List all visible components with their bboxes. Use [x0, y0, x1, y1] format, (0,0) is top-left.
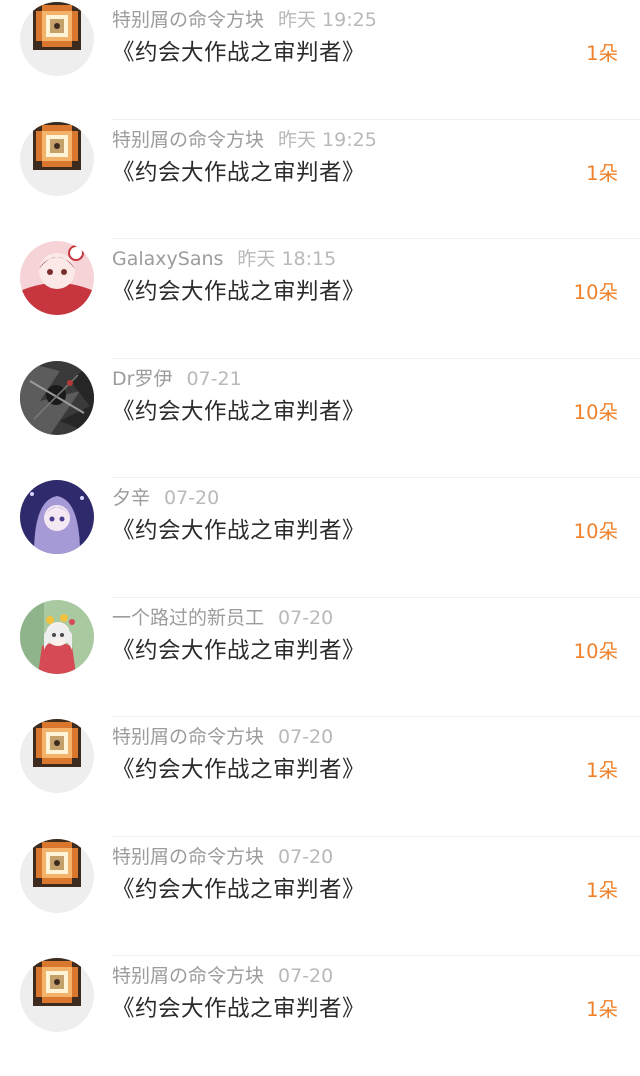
command-block-avatar	[20, 838, 94, 913]
book-title[interactable]: 《约会大作战之审判者》	[112, 277, 365, 307]
row-meta: 夕辛 07-20	[112, 486, 219, 510]
sender-name[interactable]: 特别屑の命令方块	[112, 9, 264, 31]
book-title[interactable]: 《约会大作战之审判者》	[112, 516, 365, 546]
gift-amount: 1朵	[586, 759, 618, 782]
sender-name[interactable]: 特别屑の命令方块	[112, 726, 264, 748]
list-item[interactable]: 特别屑の命令方块 07-20 《约会大作战之审判者》 1朵	[0, 956, 640, 1076]
list-item[interactable]: 特别屑の命令方块 07-20 《约会大作战之审判者》 1朵	[0, 717, 640, 837]
gift-amount: 10朵	[573, 281, 618, 304]
timestamp: 07-21	[186, 367, 242, 390]
list-item[interactable]: 一个路过的新员工 07-20 《约会大作战之审判者》 10朵	[0, 598, 640, 718]
timestamp: 07-20	[278, 965, 334, 987]
gift-amount: 1朵	[586, 878, 618, 902]
anime-purple-avatar	[20, 480, 94, 554]
list-item[interactable]: GalaxySans 昨天 18:15 《约会大作战之审判者》 10朵	[0, 239, 640, 359]
timestamp: 07-20	[278, 726, 334, 748]
row-meta: 一个路过的新员工 07-20	[112, 606, 333, 630]
sender-name[interactable]: 夕辛	[112, 487, 150, 509]
sender-name[interactable]: GalaxySans	[112, 248, 223, 270]
anime-red-avatar	[20, 241, 94, 315]
row-meta: 特别屑の命令方块 07-20	[112, 845, 333, 869]
timestamp: 07-20	[278, 606, 334, 629]
book-title[interactable]: 《约会大作战之审判者》	[112, 38, 365, 68]
book-title[interactable]: 《约会大作战之审判者》	[112, 636, 365, 666]
timestamp: 07-20	[278, 845, 334, 868]
gift-amount: 10朵	[573, 639, 618, 663]
list-item[interactable]: Dr罗伊 07-21 《约会大作战之审判者》 10朵	[0, 359, 640, 479]
gift-amount: 1朵	[586, 42, 618, 65]
list-item[interactable]: 特别屑の命令方块 07-20 《约会大作战之审判者》 1朵	[0, 837, 640, 957]
row-meta: 特别屑の命令方块 昨天 19:25	[112, 128, 377, 152]
book-title[interactable]: 《约会大作战之审判者》	[112, 397, 365, 427]
row-meta: Dr罗伊 07-21	[112, 367, 242, 391]
avatar[interactable]	[20, 958, 94, 1032]
list-item[interactable]: 特别屑の命令方块 昨天 19:25 《约会大作战之审判者》 1朵	[0, 120, 640, 240]
gift-amount: 10朵	[573, 520, 618, 543]
timestamp: 昨天 19:25	[278, 9, 377, 31]
book-title[interactable]: 《约会大作战之审判者》	[112, 755, 365, 785]
command-block-avatar	[20, 121, 94, 196]
avatar[interactable]	[20, 121, 94, 196]
sender-name[interactable]: 特别屑の命令方块	[112, 846, 264, 868]
list-item[interactable]: 夕辛 07-20 《约会大作战之审判者》 10朵	[0, 478, 640, 598]
timestamp: 昨天 18:15	[237, 248, 337, 270]
row-meta: 特别屑の命令方块 07-20	[112, 725, 333, 749]
row-meta: 特别屑の命令方块 07-20	[112, 964, 333, 988]
list-item[interactable]: 特别屑の命令方块 昨天 19:25 《约会大作战之审判者》 1朵	[0, 0, 640, 120]
dark-gray-avatar	[20, 360, 94, 435]
avatar[interactable]	[20, 360, 94, 435]
timestamp: 07-20	[164, 487, 220, 509]
book-title[interactable]: 《约会大作战之审判者》	[112, 158, 365, 188]
command-block-avatar	[20, 2, 94, 76]
book-title[interactable]: 《约会大作战之审判者》	[112, 875, 365, 905]
command-block-avatar	[20, 719, 94, 793]
sender-name[interactable]: 特别屑の命令方块	[112, 965, 264, 987]
avatar[interactable]	[20, 838, 94, 913]
command-block-avatar	[20, 958, 94, 1032]
avatar[interactable]	[20, 480, 94, 554]
avatar[interactable]	[20, 241, 94, 315]
gift-amount: 10朵	[573, 400, 618, 424]
row-meta: GalaxySans 昨天 18:15	[112, 247, 336, 271]
gift-record-list: 特别屑の命令方块 昨天 19:25 《约会大作战之审判者》 1朵 特别屑の命令方块…	[0, 0, 640, 1032]
avatar[interactable]	[20, 719, 94, 793]
sender-name[interactable]: 特别屑の命令方块	[112, 129, 264, 151]
timestamp: 昨天 19:25	[278, 128, 377, 151]
row-meta: 特别屑の命令方块 昨天 19:25	[112, 8, 377, 32]
avatar[interactable]	[20, 599, 94, 674]
sender-name[interactable]: 一个路过的新员工	[112, 607, 264, 629]
anime-green-avatar	[20, 599, 94, 674]
gift-amount: 1朵	[586, 161, 618, 185]
sender-name[interactable]: Dr罗伊	[112, 368, 172, 390]
avatar[interactable]	[20, 2, 94, 76]
